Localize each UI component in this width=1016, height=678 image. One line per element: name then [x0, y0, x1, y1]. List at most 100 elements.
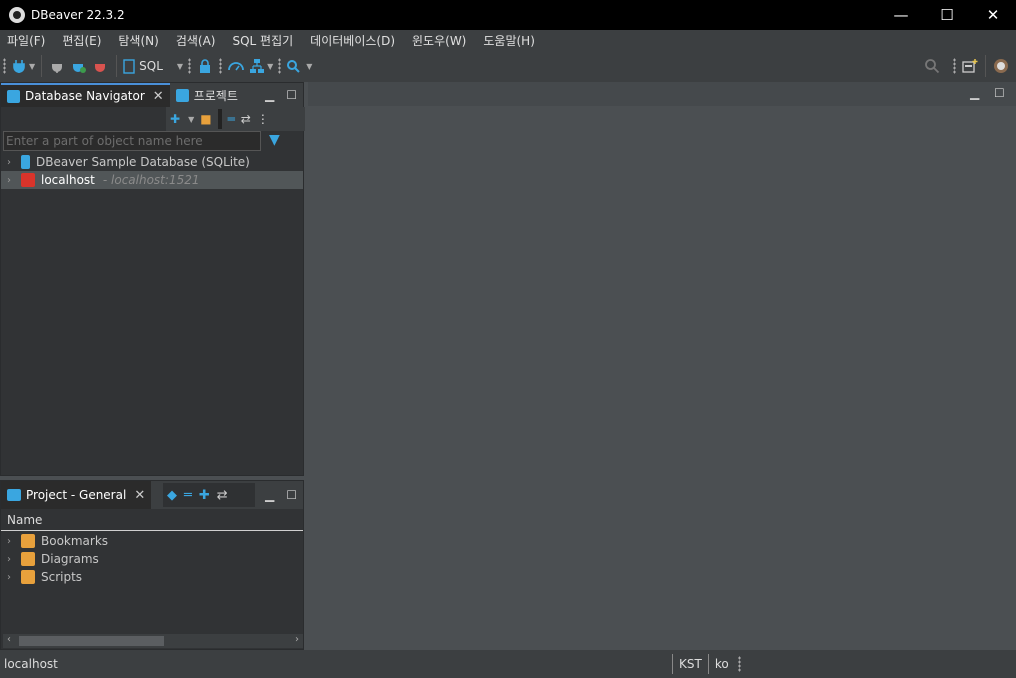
chevron-right-icon[interactable]: ›	[7, 157, 19, 168]
toolbar-divider	[217, 109, 222, 129]
plug-add-icon	[13, 60, 25, 73]
tree-item-label: DBeaver Sample Database (SQLite)	[36, 155, 250, 169]
dbeaver-perspective-button[interactable]	[992, 54, 1010, 78]
window-title: DBeaver 22.3.2	[31, 8, 125, 22]
close-button[interactable]: ✕	[970, 0, 1016, 30]
new-connection-button[interactable]: ▼	[11, 54, 35, 78]
magnifier-icon	[287, 60, 300, 73]
toolbar-grip[interactable]	[188, 58, 192, 74]
status-locale[interactable]: ko	[707, 654, 735, 674]
view-menu-icon[interactable]: ⋮	[257, 112, 269, 126]
search-icon	[925, 59, 940, 74]
toolbar-grip[interactable]	[3, 58, 6, 74]
database-icon	[7, 89, 20, 103]
maximize-view-icon[interactable]: ☐	[286, 88, 297, 102]
scroll-left-icon[interactable]: ‹	[7, 634, 11, 645]
new-connection-icon[interactable]: ✚	[170, 112, 180, 126]
minimize-button[interactable]: —	[878, 0, 924, 30]
link-with-editor-icon[interactable]: ⇄	[217, 488, 228, 503]
toolbar-separator	[985, 55, 986, 77]
scrollbar-thumb[interactable]	[19, 636, 164, 646]
chevron-right-icon[interactable]: ›	[7, 175, 19, 186]
toolbar-grip[interactable]	[953, 58, 956, 74]
menu-database[interactable]: 데이터베이스(D)	[302, 32, 404, 49]
tree-item-localhost[interactable]: › localhost - localhost:1521	[1, 171, 303, 189]
chevron-right-icon[interactable]: ›	[7, 572, 19, 583]
chevron-right-icon[interactable]: ›	[7, 536, 19, 547]
collapse-all-icon[interactable]: ═	[228, 112, 235, 126]
perspective-icon	[962, 59, 978, 73]
tree-item-diagrams[interactable]: › Diagrams	[1, 550, 303, 568]
script-folder-icon	[21, 570, 35, 584]
beaver-icon	[994, 59, 1008, 73]
filter-icon[interactable]: ▼	[269, 132, 280, 148]
object-filter-input[interactable]	[3, 131, 261, 151]
panel-view-controls: ▁ ☐	[265, 481, 297, 509]
menu-window[interactable]: 윈도우(W)	[404, 32, 475, 49]
name-column-header[interactable]: Name	[1, 509, 303, 531]
minimize-view-icon[interactable]: ▁	[265, 88, 274, 102]
close-icon[interactable]: ✕	[153, 89, 164, 104]
tab-database-navigator[interactable]: Database Navigator ✕	[1, 83, 170, 107]
bookmark-folder-icon	[21, 534, 35, 548]
close-icon[interactable]: ✕	[134, 488, 145, 503]
link-with-editor-icon[interactable]: ⇄	[241, 112, 251, 126]
tree-item-bookmarks[interactable]: › Bookmarks	[1, 532, 303, 550]
minimize-editor-icon[interactable]: ▁	[970, 86, 979, 100]
open-perspective-button[interactable]	[961, 54, 979, 78]
sqlite-icon	[21, 155, 30, 169]
toolbar-grip[interactable]	[278, 58, 282, 74]
sql-file-icon	[123, 58, 135, 74]
menu-sql-editor[interactable]: SQL 편집기	[224, 32, 302, 49]
menu-search[interactable]: 검색(A)	[168, 32, 225, 49]
configure-icon[interactable]: ◆	[167, 488, 177, 503]
disconnect-button[interactable]	[92, 54, 110, 78]
tree-item-label: Diagrams	[41, 552, 99, 566]
chevron-right-icon[interactable]: ›	[7, 554, 19, 565]
navigator-toolbar: ✚ ▼ ■ ═ ⇄ ⋮	[1, 107, 305, 131]
plug-refresh-icon	[73, 60, 87, 73]
menu-edit[interactable]: 편집(E)	[54, 32, 110, 49]
chevron-down-icon[interactable]: ▼	[188, 115, 194, 124]
database-navigator-panel: Database Navigator ✕ 프로젝트 ▁ ☐ ✚ ▼ ■ ═ ⇄ …	[0, 82, 305, 476]
scroll-right-icon[interactable]: ›	[295, 634, 299, 645]
tab-label: 프로젝트	[193, 88, 238, 103]
connect-button[interactable]	[48, 54, 66, 78]
global-search-button[interactable]	[923, 54, 941, 78]
sql-editor-button[interactable]: SQL ▼	[123, 54, 183, 78]
tab-project-general[interactable]: Project - General ✕	[1, 481, 152, 509]
tree-item-label: localhost	[41, 173, 95, 187]
project-general-panel: Project - General ✕ ◆ ═ ✚ ⇄ ▁ ☐ Name › B…	[0, 480, 304, 650]
transaction-lock-button[interactable]	[196, 54, 214, 78]
maximize-view-icon[interactable]: ☐	[286, 488, 297, 502]
project-tabbar: Project - General ✕ ◆ ═ ✚ ⇄ ▁ ☐	[1, 481, 303, 509]
new-folder-icon[interactable]: ■	[200, 112, 211, 126]
dashboard-button[interactable]	[227, 54, 245, 78]
tab-label: Project - General	[26, 488, 127, 502]
toolbar-grip[interactable]	[219, 58, 223, 74]
tree-item-scripts[interactable]: › Scripts	[1, 568, 303, 586]
editor-area: ▁ ☐	[308, 82, 1016, 650]
tree-item-sample-database[interactable]: › DBeaver Sample Database (SQLite)	[1, 153, 303, 171]
menu-bar: 파일(F) 편집(E) 탐색(N) 검색(A) SQL 편집기 데이터베이스(D…	[0, 30, 1016, 50]
maximize-button[interactable]: ☐	[924, 0, 970, 30]
expand-all-icon[interactable]: ✚	[199, 488, 210, 503]
tab-project[interactable]: 프로젝트	[170, 83, 244, 107]
navigator-tabbar: Database Navigator ✕ 프로젝트 ▁ ☐	[1, 83, 303, 107]
toolbar-separator	[41, 55, 43, 77]
search-dropdown-button[interactable]: ▼	[286, 54, 312, 78]
reconnect-button[interactable]	[70, 54, 88, 78]
status-timezone[interactable]: KST	[672, 654, 708, 674]
dbeaver-logo-icon	[9, 7, 25, 23]
maximize-editor-icon[interactable]: ☐	[994, 86, 1005, 100]
horizontal-scrollbar[interactable]: ‹ ›	[3, 634, 303, 648]
diagram-button[interactable]: ▼	[249, 54, 273, 78]
menu-help[interactable]: 도움말(H)	[475, 32, 544, 49]
collapse-all-icon[interactable]: ═	[184, 488, 192, 503]
status-grip[interactable]	[737, 656, 741, 672]
toolbar-separator	[116, 55, 118, 77]
status-bar: localhost KST ko	[0, 650, 1016, 678]
menu-navigate[interactable]: 탐색(N)	[110, 32, 167, 49]
minimize-view-icon[interactable]: ▁	[265, 488, 274, 502]
menu-file[interactable]: 파일(F)	[0, 32, 54, 49]
